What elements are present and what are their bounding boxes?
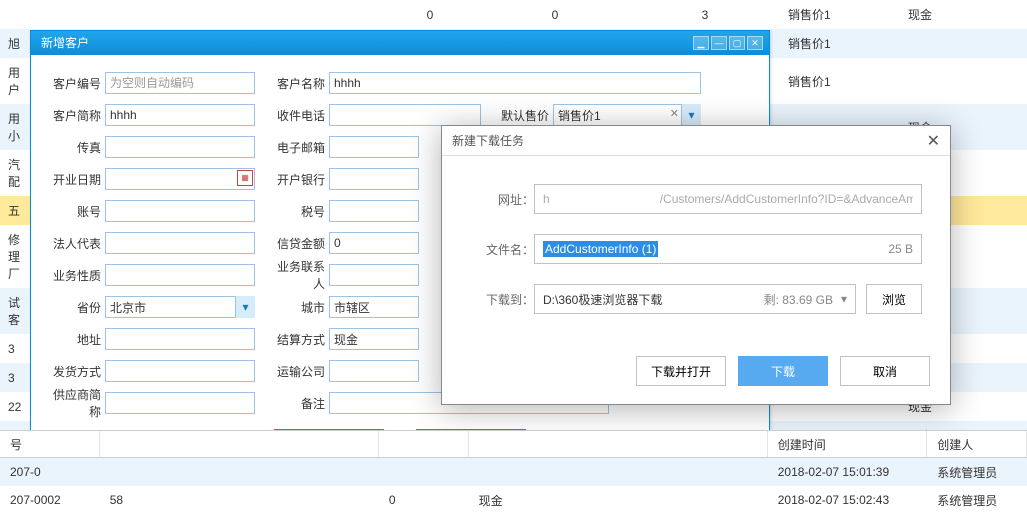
label-biz: 业务性质 xyxy=(47,267,105,284)
label-defprice: 默认售价 xyxy=(481,107,553,124)
browse-button[interactable]: 浏览 xyxy=(866,284,922,314)
customer-short-input[interactable] xyxy=(105,104,255,126)
address-input[interactable] xyxy=(105,328,255,350)
label-remark: 备注 xyxy=(271,395,329,412)
close-icon[interactable]: ✕ xyxy=(747,36,763,50)
chevron-down-icon: ▾ xyxy=(841,292,847,306)
dialog-titlebar[interactable]: 新增客户 ▁ — ▢ ✕ xyxy=(31,31,769,55)
grid-header: 号 创建时间 创建人 xyxy=(0,430,1027,458)
label-filename: 文件名： xyxy=(478,241,534,258)
taxno-input[interactable] xyxy=(329,200,419,222)
col-time[interactable]: 创建时间 xyxy=(768,431,928,457)
download-dialog-title: 新建下载任务 xyxy=(452,132,524,149)
label-code: 客户编号 xyxy=(47,75,105,92)
supplier-input[interactable] xyxy=(105,392,255,414)
selected-filename: AddCustomerInfo (1) xyxy=(543,241,658,257)
download-and-open-button[interactable]: 下载并打开 xyxy=(636,356,726,386)
transport-input[interactable] xyxy=(329,360,419,382)
label-url: 网址： xyxy=(478,191,534,208)
fax-input[interactable] xyxy=(105,136,255,158)
grid-body: 207-0 2018-02-07 15:01:39 系统管理员 207-0002… xyxy=(0,458,1027,514)
customer-code-input[interactable] xyxy=(105,72,255,94)
email-input[interactable] xyxy=(329,136,419,158)
table-row[interactable]: 207-0 2018-02-07 15:01:39 系统管理员 xyxy=(0,458,1027,486)
label-credit: 信贷金额 xyxy=(271,235,329,252)
city-input[interactable] xyxy=(329,296,419,318)
label-name: 客户名称 xyxy=(271,75,329,92)
save-path-select[interactable]: D:\360极速浏览器下载 剩: 83.69 GB ▾ xyxy=(534,284,856,314)
disk-remaining: 剩: 83.69 GB xyxy=(764,291,833,308)
contact-input[interactable] xyxy=(329,264,419,286)
label-city: 城市 xyxy=(271,299,329,316)
table-row[interactable]: 207-0002 58 0 现金 2018-02-07 15:02:43 系统管… xyxy=(0,486,1027,514)
label-legal: 法人代表 xyxy=(47,235,105,252)
label-ship: 发货方式 xyxy=(47,363,105,380)
file-size: 25 B xyxy=(888,242,913,256)
biz-input[interactable] xyxy=(105,264,255,286)
customer-name-input[interactable] xyxy=(329,72,701,94)
label-acct: 账号 xyxy=(47,203,105,220)
label-contact: 业务联系人 xyxy=(271,258,329,292)
close-icon[interactable]: ✕ xyxy=(927,131,940,151)
label-bank: 开户银行 xyxy=(271,171,329,188)
col-creator[interactable]: 创建人 xyxy=(927,431,1027,457)
label-fax: 传真 xyxy=(47,139,105,156)
ship-input[interactable] xyxy=(105,360,255,382)
minimize-icon[interactable]: — xyxy=(711,36,727,50)
label-short: 客户简称 xyxy=(47,107,105,124)
label-taxno: 税号 xyxy=(271,203,329,220)
label-settle: 结算方式 xyxy=(271,331,329,348)
label-supplier: 供应商简称 xyxy=(47,386,105,420)
col-code[interactable]: 号 xyxy=(0,431,100,457)
download-cancel-button[interactable]: 取消 xyxy=(840,356,930,386)
settle-input[interactable] xyxy=(329,328,419,350)
collapse-icon[interactable]: ▁ xyxy=(693,36,709,50)
url-input[interactable] xyxy=(534,184,922,214)
download-task-dialog: 新建下载任务 ✕ 网址： 文件名： AddCustomerInfo (1) 25… xyxy=(441,125,951,405)
label-prov: 省份 xyxy=(47,299,105,316)
open-date-input[interactable] xyxy=(105,168,255,190)
label-addr: 地址 xyxy=(47,331,105,348)
filename-input[interactable]: AddCustomerInfo (1) 25 B xyxy=(534,234,922,264)
account-input[interactable] xyxy=(105,200,255,222)
maximize-icon[interactable]: ▢ xyxy=(729,36,745,50)
label-rcvtel: 收件电话 xyxy=(271,107,329,124)
receive-phone-input[interactable] xyxy=(329,104,481,126)
legal-input[interactable] xyxy=(105,232,255,254)
label-saveto: 下载到： xyxy=(478,291,534,308)
save-path-text: D:\360极速浏览器下载 xyxy=(543,291,662,308)
clear-icon[interactable]: ✕ xyxy=(670,107,679,120)
dialog-title: 新增客户 xyxy=(41,31,89,55)
bank-input[interactable] xyxy=(329,168,419,190)
label-opendate: 开业日期 xyxy=(47,171,105,188)
credit-input[interactable] xyxy=(329,232,419,254)
download-button[interactable]: 下载 xyxy=(738,356,828,386)
label-email: 电子邮箱 xyxy=(271,139,329,156)
province-select[interactable] xyxy=(105,296,255,318)
label-trans: 运输公司 xyxy=(271,363,329,380)
